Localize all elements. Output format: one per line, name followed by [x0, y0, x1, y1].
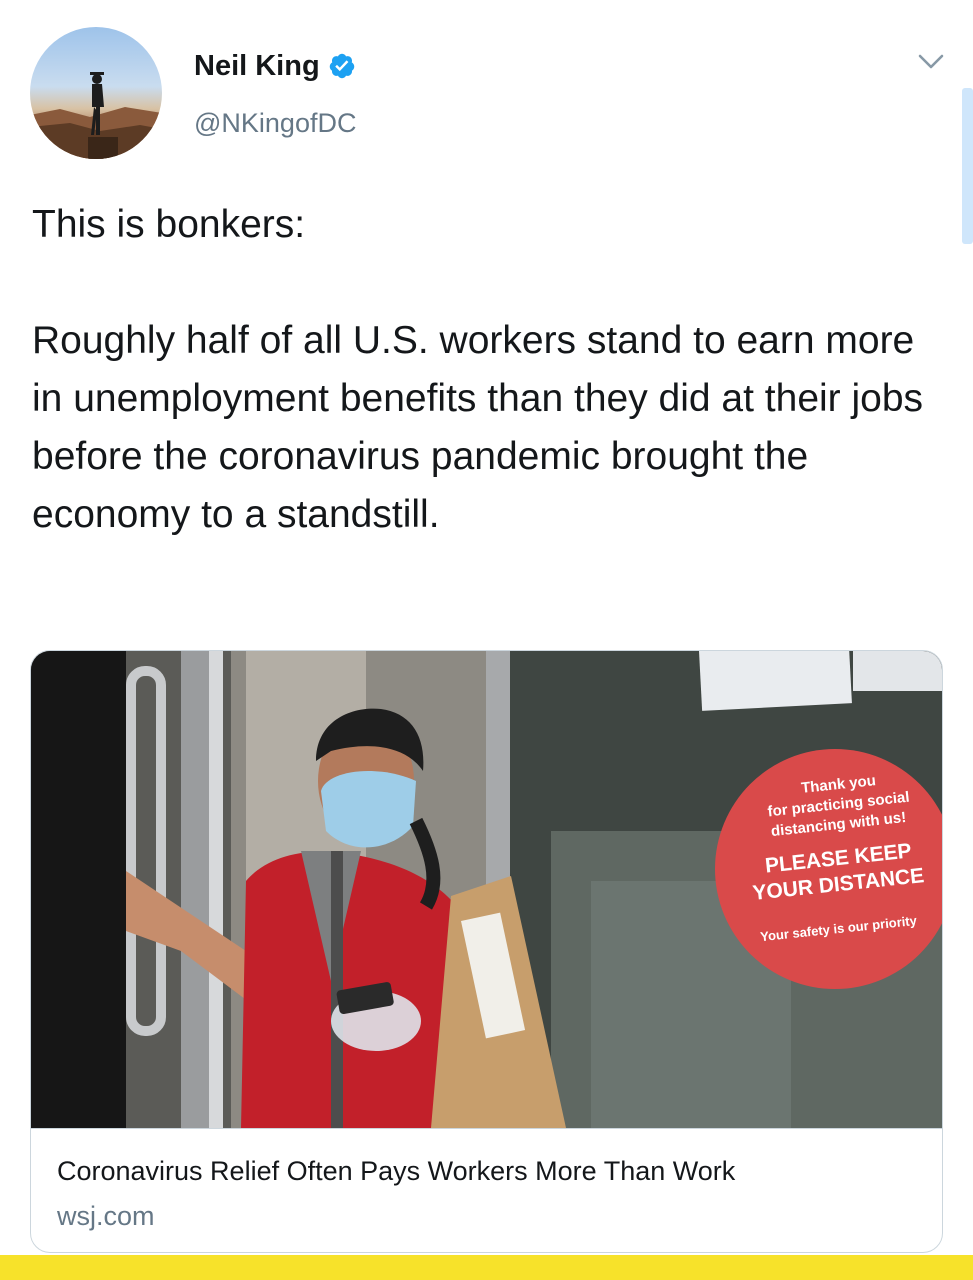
author-handle[interactable]: @NKingofDC — [194, 108, 356, 139]
delivery-photo: Thank you for practicing social distanci… — [31, 651, 942, 1128]
avatar-photo-icon — [30, 72, 162, 159]
author-name[interactable]: Neil King — [194, 50, 320, 83]
author-avatar[interactable] — [30, 27, 162, 159]
tweet-text: This is bonkers: Roughly half of all U.S… — [32, 203, 924, 536]
tweet: Neil King @NKingofDC This is bonkers: Ro… — [0, 0, 973, 1280]
scrollbar[interactable] — [962, 88, 973, 244]
link-card[interactable]: Thank you for practicing social distanci… — [30, 650, 943, 1253]
card-title[interactable]: Coronavirus Relief Often Pays Workers Mo… — [57, 1156, 735, 1187]
card-domain[interactable]: wsj.com — [57, 1201, 155, 1232]
bottom-highlight-bar — [0, 1255, 973, 1280]
verified-badge-icon — [329, 53, 354, 79]
author-name-row[interactable]: Neil King — [194, 46, 356, 86]
chevron-down-icon[interactable] — [917, 52, 945, 72]
card-image: Thank you for practicing social distanci… — [31, 651, 942, 1128]
card-divider — [31, 1128, 942, 1129]
